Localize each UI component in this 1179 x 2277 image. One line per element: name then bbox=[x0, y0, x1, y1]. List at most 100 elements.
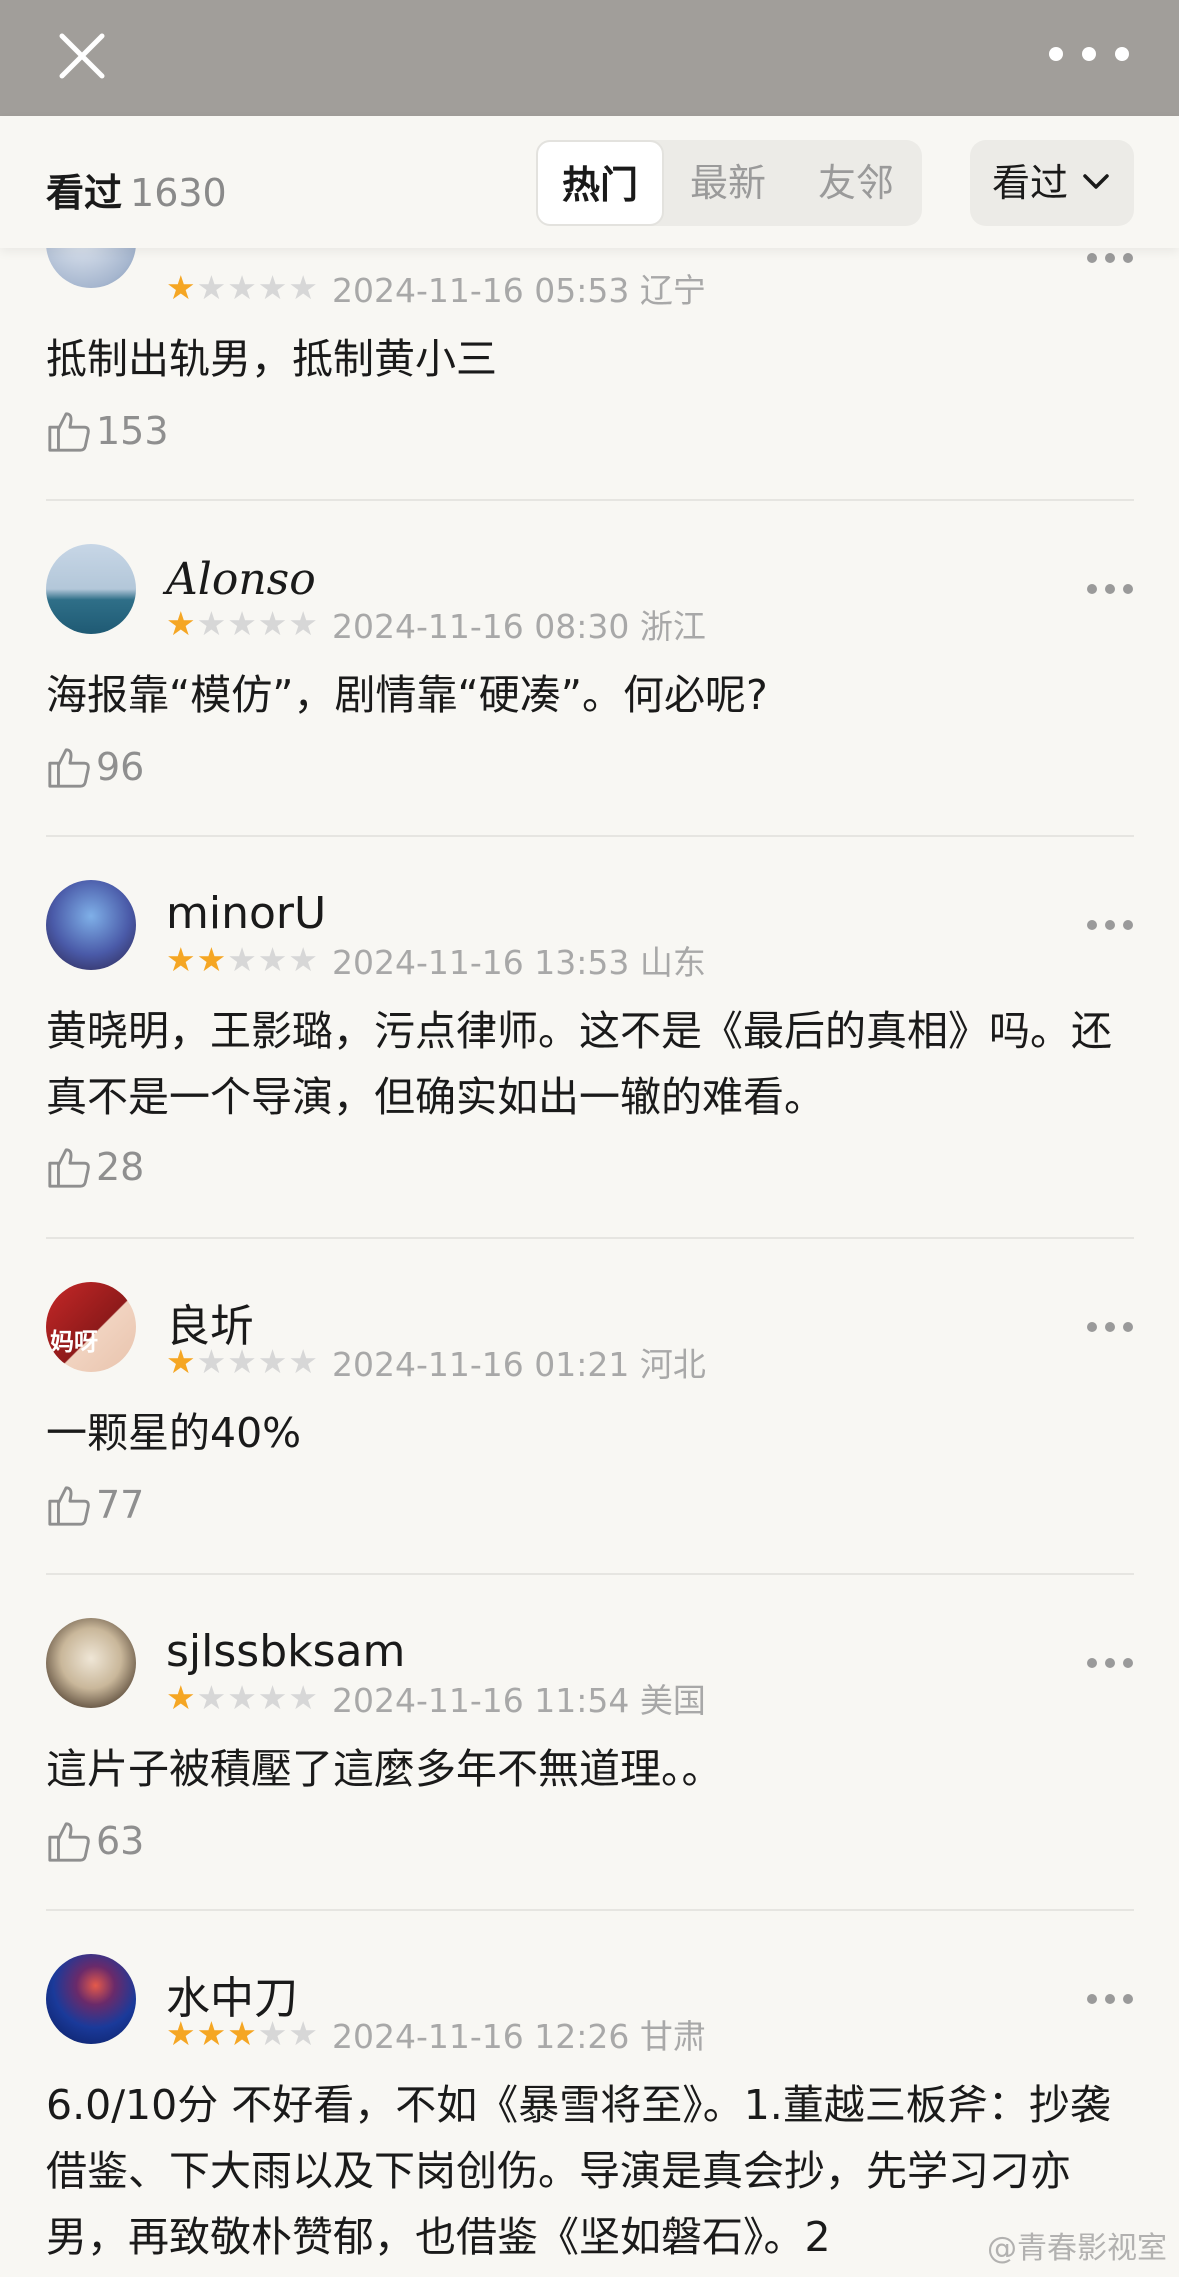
more-options-icon[interactable] bbox=[1049, 34, 1129, 74]
avatar[interactable] bbox=[46, 248, 136, 288]
like-button[interactable]: 63 bbox=[46, 1816, 144, 1866]
comment-time: 2024-11-16 12:26 甘肃 bbox=[331, 2017, 706, 2056]
rating-row: ★ ★ ★ ★ ★ 2024-11-16 05:53 辽宁 bbox=[166, 268, 706, 311]
star-icon: ★ bbox=[288, 268, 318, 307]
rating-row: ★ ★ ★ ★ ★ 2024-11-16 08:30 浙江 bbox=[166, 604, 706, 647]
star-icon: ★ bbox=[196, 940, 227, 979]
star-icon: ★ bbox=[257, 604, 288, 643]
chevron-down-icon bbox=[1083, 174, 1109, 189]
seen-filter-dropdown[interactable]: 看过 bbox=[970, 140, 1134, 226]
star-icon: ★ bbox=[166, 604, 196, 643]
star-icon: ★ bbox=[257, 940, 288, 979]
tab-hot[interactable]: 热门 bbox=[536, 140, 664, 226]
comment-text: 這片子被積壓了這麼多年不無道理。。 bbox=[46, 1745, 723, 1793]
star-icon: ★ bbox=[166, 1678, 196, 1717]
thumbs-up-icon bbox=[48, 412, 90, 452]
star-icon: ★ bbox=[288, 1678, 318, 1717]
avatar-text: 妈呀 bbox=[50, 1328, 98, 1356]
star-icon: ★ bbox=[227, 940, 257, 979]
comment-more-icon[interactable] bbox=[1087, 253, 1133, 265]
comment-more-icon[interactable] bbox=[1087, 584, 1133, 596]
star-icon: ★ bbox=[227, 1678, 257, 1717]
like-count: 153 bbox=[96, 409, 169, 453]
rating-row: ★ ★ ★ ★ ★ 2024-11-16 12:26 甘肃 bbox=[166, 2014, 706, 2057]
comment-item: minorU ★ ★ ★ ★ ★ 2024-11-16 13:53 山东 黄晓明，王影璐… bbox=[0, 836, 1179, 1239]
star-icon: ★ bbox=[288, 1342, 318, 1381]
thumbs-up-icon bbox=[48, 1148, 90, 1188]
star-icon: ★ bbox=[196, 604, 227, 643]
star-rating: ★ ★ ★ ★ ★ bbox=[166, 2016, 318, 2052]
comment-time: 2024-11-16 11:54 美国 bbox=[331, 1681, 706, 1720]
thumbs-up-icon bbox=[48, 1486, 90, 1526]
comment-time: 2024-11-16 01:21 河北 bbox=[331, 1345, 706, 1384]
comment-more-icon[interactable] bbox=[1087, 920, 1133, 932]
rating-row: ★ ★ ★ ★ ★ 2024-11-16 11:54 美国 bbox=[166, 1678, 706, 1721]
like-count: 96 bbox=[96, 745, 145, 789]
comment-list: 1996 ★★★★★ 2024-11-16 05:53 辽宁 抵制出轨男，抵制黄… bbox=[0, 248, 1179, 2277]
comment-more-icon[interactable] bbox=[1087, 1658, 1133, 1670]
like-button[interactable]: 153 bbox=[46, 406, 169, 456]
seen-filter-label: 看过 bbox=[992, 161, 1069, 205]
thumbs-up-icon bbox=[48, 748, 90, 788]
rating-row: ★ ★ ★ ★ ★ 2024-11-16 01:21 河北 bbox=[166, 1342, 706, 1385]
comment-text: 一颗星的40% bbox=[46, 1409, 302, 1457]
star-icon: ★ bbox=[196, 1342, 227, 1381]
username[interactable]: minorU bbox=[166, 888, 326, 939]
comment-more-icon[interactable] bbox=[1087, 1322, 1133, 1334]
avatar[interactable] bbox=[46, 1954, 136, 2044]
username[interactable]: sjlssbksam bbox=[166, 1626, 405, 1677]
avatar[interactable] bbox=[46, 1618, 136, 1708]
seen-label: 看过 bbox=[46, 171, 123, 215]
username[interactable]: Alonso bbox=[166, 554, 316, 605]
like-count: 77 bbox=[96, 1483, 145, 1527]
like-button[interactable]: 96 bbox=[46, 742, 144, 792]
avatar[interactable] bbox=[46, 544, 136, 634]
close-icon[interactable] bbox=[50, 24, 114, 88]
star-icon: ★ bbox=[288, 2014, 318, 2053]
like-count: 63 bbox=[96, 1819, 145, 1863]
star-rating: ★ ★ ★ ★ ★ bbox=[166, 1680, 318, 1716]
star-icon: ★ bbox=[196, 2014, 227, 2053]
top-bar bbox=[0, 0, 1179, 116]
star-rating: ★ ★ ★ ★ ★ bbox=[166, 270, 318, 306]
star-icon: ★ bbox=[288, 940, 318, 979]
comment-text: 黄晓明，王影璐，污点律师。这不是《最后的真相》吗。还真不是一个导演，但确实如出一… bbox=[46, 1007, 1112, 1121]
comment-text: 6.0/10分 不好看，不如《暴雪将至》。1.董越三板斧：抄袭借鉴、下大雨以及下… bbox=[46, 2081, 1111, 2261]
avatar[interactable]: 妈呀 bbox=[46, 1282, 136, 1372]
like-button[interactable]: 28 bbox=[46, 1142, 144, 1192]
star-icon: ★ bbox=[227, 268, 257, 307]
star-icon: ★ bbox=[166, 268, 196, 307]
star-icon: ★ bbox=[288, 604, 318, 643]
star-icon: ★ bbox=[257, 1678, 288, 1717]
star-icon: ★ bbox=[257, 1342, 288, 1381]
watermark: @青春影视室 bbox=[987, 2231, 1167, 2266]
tab-friends[interactable]: 友邻 bbox=[792, 140, 920, 226]
thumbs-up-icon bbox=[48, 1822, 90, 1862]
avatar[interactable] bbox=[46, 880, 136, 970]
tab-latest[interactable]: 最新 bbox=[664, 140, 792, 226]
comment-item: 妈呀 良圻 ★ ★ ★ ★ ★ 2024-11-16 01:21 河北 一颗星的40% … bbox=[0, 1238, 1179, 1575]
star-icon: ★ bbox=[227, 1342, 257, 1381]
comment-time: 2024-11-16 05:53 辽宁 bbox=[331, 271, 706, 310]
star-rating: ★ ★ ★ ★ ★ bbox=[166, 606, 318, 642]
sort-segments: 热门 最新 友邻 bbox=[536, 140, 922, 226]
star-rating: ★ ★ ★ ★ ★ bbox=[166, 1344, 318, 1380]
star-icon: ★ bbox=[196, 268, 227, 307]
star-icon: ★ bbox=[196, 1678, 227, 1717]
star-icon: ★ bbox=[257, 2014, 288, 2053]
star-icon: ★ bbox=[227, 604, 257, 643]
like-button[interactable]: 77 bbox=[46, 1480, 144, 1530]
rating-row: ★ ★ ★ ★ ★ 2024-11-16 13:53 山东 bbox=[166, 940, 706, 983]
comment-more-icon[interactable] bbox=[1087, 1994, 1133, 2006]
comment-text: 海报靠“模仿”，剧情靠“硬凑”。何必呢? bbox=[46, 671, 768, 719]
star-icon: ★ bbox=[166, 2014, 196, 2053]
star-icon: ★ bbox=[227, 2014, 257, 2053]
comment-item: sjlssbksam ★ ★ ★ ★ ★ 2024-11-16 11:54 美国 這片子… bbox=[0, 1574, 1179, 1911]
username[interactable]: 1996 bbox=[166, 248, 278, 257]
filter-bar: 看过 1630 热门 最新 友邻 看过 bbox=[0, 116, 1179, 248]
star-icon: ★ bbox=[166, 940, 196, 979]
seen-number: 1630 bbox=[130, 171, 227, 215]
star-rating: ★ ★ ★ ★ ★ bbox=[166, 942, 318, 978]
comment-item: Alonso ★ ★ ★ ★ ★ 2024-11-16 08:30 浙江 海报靠“模仿”… bbox=[0, 500, 1179, 837]
star-icon: ★ bbox=[166, 1342, 196, 1381]
